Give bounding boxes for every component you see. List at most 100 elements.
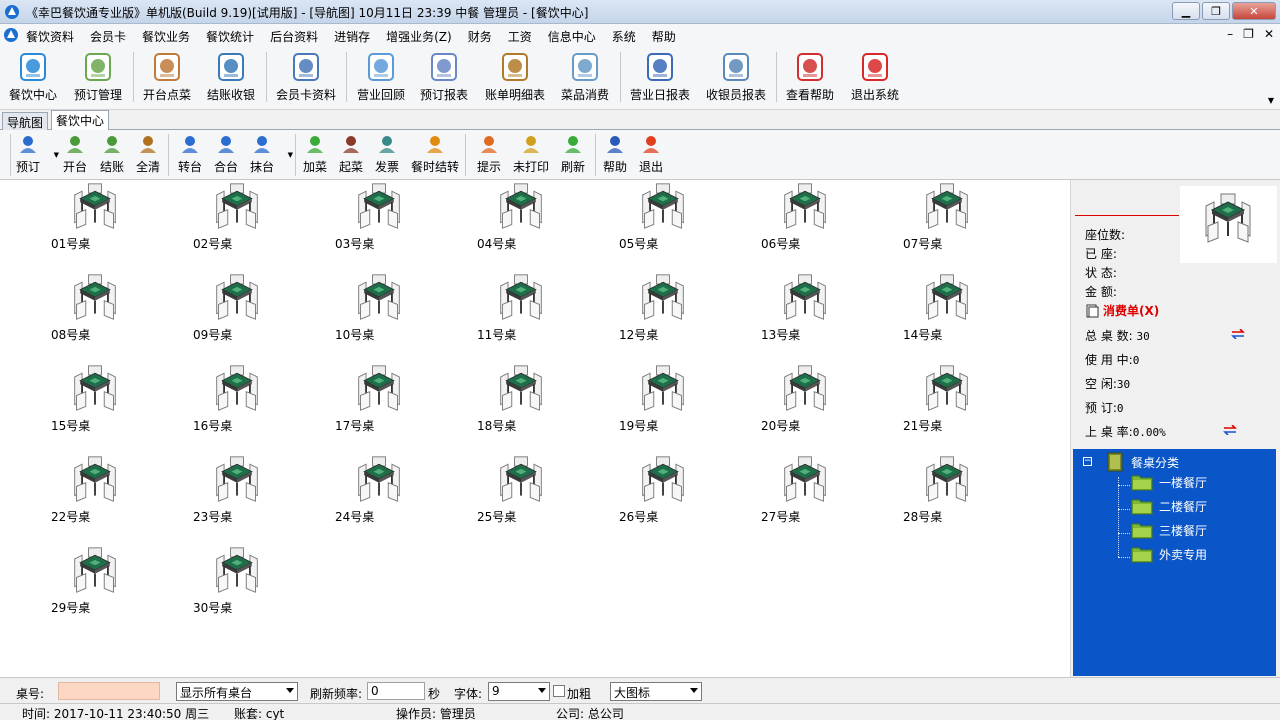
dining-table[interactable]: 10号桌 [335, 273, 445, 351]
toolbar-button-7[interactable]: 账单明细表 [485, 50, 545, 106]
tree-item-0[interactable]: 一楼餐厅 [1131, 473, 1207, 491]
mdi-restore-button[interactable]: ❐ [1243, 27, 1254, 41]
tab-dining-center[interactable]: 餐饮中心 [51, 110, 110, 130]
table-category-tree: − 餐桌分类 一楼餐厅 二楼餐厅 三楼餐厅 外卖专用 [1073, 449, 1276, 676]
add-dish-icon [307, 136, 323, 153]
menu-item-2[interactable]: 餐饮业务 [142, 28, 190, 45]
toolbar-separator [776, 52, 777, 102]
dining-table[interactable]: 04号桌 [477, 182, 587, 260]
menu-item-1[interactable]: 会员卡 [90, 28, 126, 45]
dining-table[interactable]: 02号桌 [193, 182, 303, 260]
bold-checkbox[interactable] [553, 685, 565, 697]
minimize-button[interactable]: ▁ [1172, 2, 1200, 20]
close-button[interactable]: ✕ [1232, 2, 1276, 20]
toolbar-button-10[interactable]: 收银员报表 [706, 50, 766, 106]
menu-item-10[interactable]: 系统 [612, 28, 636, 45]
action-button-0[interactable]: 预订 ▼ [6, 133, 59, 177]
toolbar-button-8[interactable]: 菜品消费 [555, 50, 615, 106]
action-button-6[interactable]: 抹台 ▼ [240, 133, 293, 177]
action-button-3[interactable]: 全清 [126, 133, 170, 177]
dining-table[interactable]: 23号桌 [193, 455, 303, 533]
dining-table[interactable]: 06号桌 [761, 182, 871, 260]
dining-table[interactable]: 21号桌 [903, 364, 1013, 442]
toolbar-button-5[interactable]: 营业回顾 [351, 50, 411, 106]
action-button-15[interactable]: 退出 [629, 133, 673, 177]
mdi-minimize-button[interactable]: – [1227, 27, 1233, 41]
mdi-close-button[interactable]: ✕ [1264, 27, 1274, 41]
dining-table[interactable]: 19号桌 [619, 364, 729, 442]
menu-item-3[interactable]: 餐饮统计 [206, 28, 254, 45]
dining-table[interactable]: 20号桌 [761, 364, 871, 442]
dining-table[interactable]: 05号桌 [619, 182, 729, 260]
menu-item-7[interactable]: 财务 [468, 28, 492, 45]
dining-table[interactable]: 08号桌 [51, 273, 161, 351]
rate-swap-icon[interactable] [1223, 425, 1237, 435]
toolbar-button-1[interactable]: 预订管理 [68, 50, 128, 106]
view-mode-select[interactable]: 大图标 [610, 682, 702, 701]
action-button-11[interactable]: 提示 [467, 133, 511, 177]
font-size-select[interactable]: 9 [488, 682, 550, 701]
action-button-13[interactable]: 刷新 [551, 133, 595, 177]
tab-navigation[interactable]: 导航图 [2, 112, 49, 130]
x-icon [643, 136, 659, 153]
dining-table[interactable]: 15号桌 [51, 364, 161, 442]
table-no-input[interactable] [58, 682, 160, 700]
tree-connector [1118, 533, 1130, 534]
tree-collapse-toggle[interactable]: − [1083, 457, 1092, 466]
menu-item-9[interactable]: 信息中心 [548, 28, 596, 45]
dining-table[interactable]: 25号桌 [477, 455, 587, 533]
dining-table[interactable]: 17号桌 [335, 364, 445, 442]
toolbar-button-12[interactable]: 退出系统 [845, 50, 905, 106]
tree-item-1[interactable]: 二楼餐厅 [1131, 497, 1207, 515]
bill-link[interactable]: 消费单(X) [1085, 302, 1159, 319]
toolbar-button-2[interactable]: 开台点菜 [137, 50, 197, 106]
action-button-label: 餐时结转 [411, 160, 460, 174]
dining-table[interactable]: 26号桌 [619, 455, 729, 533]
dining-table[interactable]: 24号桌 [335, 455, 445, 533]
tree-item-3[interactable]: 外卖专用 [1131, 545, 1207, 563]
dining-table[interactable]: 01号桌 [51, 182, 161, 260]
dining-table[interactable]: 18号桌 [477, 364, 587, 442]
action-button-12[interactable]: 未打印 [509, 133, 553, 177]
dining-table[interactable]: 27号桌 [761, 455, 871, 533]
dining-table[interactable]: 12号桌 [619, 273, 729, 351]
dining-table[interactable]: 16号桌 [193, 364, 303, 442]
dining-table[interactable]: 07号桌 [903, 182, 1013, 260]
main-toolbar: ▼ 餐饮中心 预订管理 开台点菜 结账收银 会员卡资料 营业回顾 预订报表 账单… [0, 46, 1280, 110]
dining-table[interactable]: 11号桌 [477, 273, 587, 351]
tree-root[interactable]: 餐桌分类 [1105, 451, 1179, 473]
app-menu-icon[interactable] [3, 27, 19, 43]
dining-table[interactable]: 29号桌 [51, 546, 161, 624]
dining-table[interactable]: 09号桌 [193, 273, 303, 351]
question-icon [607, 136, 623, 153]
toolbar-overflow-icon[interactable]: ▼ [1268, 96, 1274, 105]
dining-table[interactable]: 03号桌 [335, 182, 445, 260]
menu-item-0[interactable]: 餐饮资料 [26, 28, 74, 45]
menu-item-6[interactable]: 增强业务(Z) [386, 28, 452, 45]
toolbar-button-9[interactable]: 营业日报表 [630, 50, 690, 106]
toolbar-button-0[interactable]: 餐饮中心 [3, 50, 63, 106]
dining-table-icon [923, 364, 971, 412]
table-filter-select[interactable]: 显示所有桌台 [176, 682, 298, 701]
toolbar-separator [346, 52, 347, 102]
refresh-input[interactable]: 0 [367, 682, 425, 700]
action-button-9[interactable]: 发票 [365, 133, 409, 177]
dining-table[interactable]: 28号桌 [903, 455, 1013, 533]
swap-icon[interactable] [1231, 329, 1245, 339]
dining-table[interactable]: 22号桌 [51, 455, 161, 533]
toolbar-button-11[interactable]: 查看帮助 [780, 50, 840, 106]
toolbar-button-3[interactable]: 结账收银 [201, 50, 261, 106]
restore-button[interactable]: ❐ [1202, 2, 1230, 20]
toolbar-button-6[interactable]: 预订报表 [414, 50, 474, 106]
house-icon [154, 53, 180, 81]
menu-item-11[interactable]: 帮助 [652, 28, 676, 45]
tree-item-2[interactable]: 三楼餐厅 [1131, 521, 1207, 539]
menu-item-5[interactable]: 进销存 [334, 28, 370, 45]
menu-item-8[interactable]: 工资 [508, 28, 532, 45]
toolbar-button-4[interactable]: 会员卡资料 [276, 50, 336, 106]
dining-table[interactable]: 14号桌 [903, 273, 1013, 351]
dining-table[interactable]: 30号桌 [193, 546, 303, 624]
dining-table[interactable]: 13号桌 [761, 273, 871, 351]
menu-item-4[interactable]: 后台资料 [270, 28, 318, 45]
action-button-10[interactable]: 餐时结转 [411, 133, 460, 177]
